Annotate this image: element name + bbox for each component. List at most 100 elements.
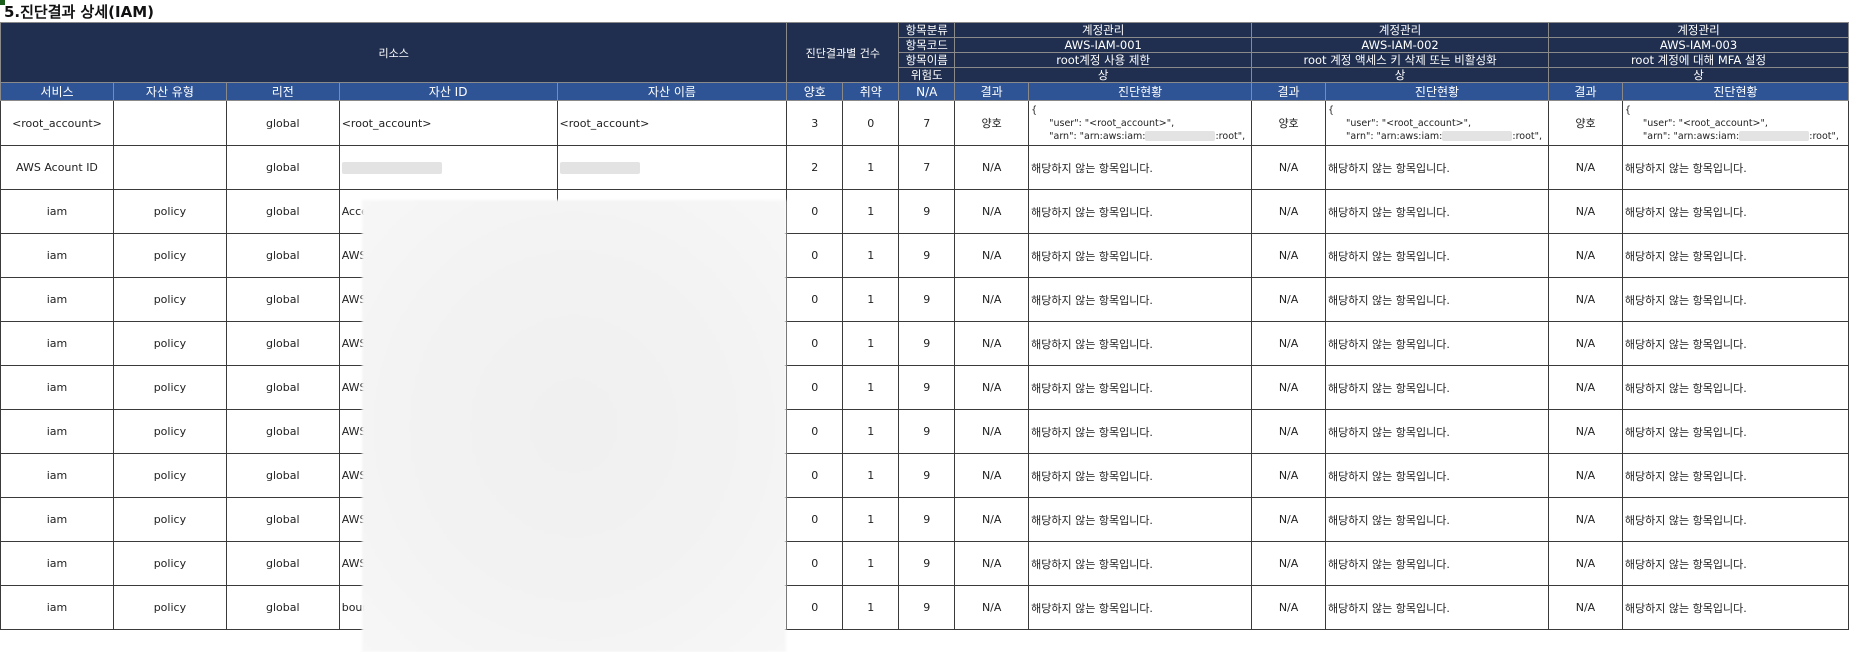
cell-result[interactable]: N/A <box>1251 453 1327 498</box>
cell-result[interactable]: N/A <box>1548 189 1623 234</box>
cell-status[interactable]: 해당하지 않는 항목입니다. <box>1028 277 1253 322</box>
col-service[interactable]: 서비스 <box>0 82 114 101</box>
cell-status-json[interactable]: {"user": "<root_account>", "arn": "arn:aw… <box>1325 100 1549 146</box>
cell-asset-id[interactable] <box>338 145 558 190</box>
cell-result[interactable]: N/A <box>954 585 1030 630</box>
cell-region[interactable]: global <box>225 409 340 454</box>
cell-service[interactable]: AWS Acount ID <box>0 145 114 190</box>
cell-status[interactable]: 해당하지 않는 항목입니다. <box>1621 365 1849 410</box>
col-na[interactable]: N/A <box>898 82 956 101</box>
cell-na-count[interactable]: 9 <box>898 321 956 366</box>
cell-service[interactable]: iam <box>0 365 114 410</box>
cell-status[interactable]: 해당하지 않는 항목입니다. <box>1028 189 1253 234</box>
cell-asset-type[interactable]: policy <box>112 189 227 234</box>
cell-region[interactable]: global <box>225 453 340 498</box>
cell-result[interactable]: N/A <box>1251 189 1327 234</box>
cell-good-count[interactable]: 0 <box>786 541 844 586</box>
cell-result[interactable]: 양호 <box>954 100 1030 146</box>
cell-status[interactable]: 해당하지 않는 항목입니다. <box>1325 277 1549 322</box>
cell-result[interactable]: N/A <box>1251 145 1327 190</box>
cell-result[interactable]: N/A <box>954 409 1030 454</box>
col-status[interactable]: 진단현황 <box>1325 82 1549 101</box>
cell-status[interactable]: 해당하지 않는 항목입니다. <box>1621 277 1849 322</box>
cell-status[interactable]: 해당하지 않는 항목입니다. <box>1028 321 1253 366</box>
cell-asset-type[interactable]: policy <box>112 497 227 542</box>
cell-na-count[interactable]: 7 <box>898 100 956 146</box>
cell-vuln-count[interactable]: 1 <box>842 497 900 542</box>
cell-good-count[interactable]: 2 <box>786 145 844 190</box>
cell-vuln-count[interactable]: 1 <box>842 409 900 454</box>
cell-result[interactable]: N/A <box>954 189 1030 234</box>
cell-good-count[interactable]: 0 <box>786 585 844 630</box>
cell-status[interactable]: 해당하지 않는 항목입니다. <box>1325 497 1549 542</box>
cell-asset-type[interactable]: policy <box>112 365 227 410</box>
cell-result[interactable]: N/A <box>954 497 1030 542</box>
cell-result[interactable]: N/A <box>1548 233 1623 278</box>
cell-result[interactable]: N/A <box>954 233 1030 278</box>
cell-status[interactable]: 해당하지 않는 항목입니다. <box>1621 145 1849 190</box>
cell-region[interactable]: global <box>225 365 340 410</box>
col-asset-id[interactable]: 자산 ID <box>338 82 558 101</box>
col-asset-type[interactable]: 자산 유형 <box>112 82 227 101</box>
cell-service[interactable]: <root_account> <box>0 100 114 146</box>
cell-status[interactable]: 해당하지 않는 항목입니다. <box>1621 453 1849 498</box>
cell-status[interactable]: 해당하지 않는 항목입니다. <box>1325 189 1549 234</box>
cell-good-count[interactable]: 0 <box>786 233 844 278</box>
cell-status[interactable]: 해당하지 않는 항목입니다. <box>1325 541 1549 586</box>
cell-region[interactable]: global <box>225 277 340 322</box>
cell-status[interactable]: 해당하지 않는 항목입니다. <box>1325 233 1549 278</box>
cell-asset-type[interactable]: policy <box>112 453 227 498</box>
cell-vuln-count[interactable]: 0 <box>842 100 900 146</box>
col-good[interactable]: 양호 <box>786 82 844 101</box>
cell-na-count[interactable]: 9 <box>898 497 956 542</box>
cell-region[interactable]: global <box>225 100 340 146</box>
cell-good-count[interactable]: 0 <box>786 453 844 498</box>
cell-service[interactable]: iam <box>0 233 114 278</box>
cell-status[interactable]: 해당하지 않는 항목입니다. <box>1028 585 1253 630</box>
cell-status-json[interactable]: {"user": "<root_account>", "arn": "arn:aw… <box>1028 100 1253 146</box>
cell-service[interactable]: iam <box>0 497 114 542</box>
cell-service[interactable]: iam <box>0 585 114 630</box>
cell-status[interactable]: 해당하지 않는 항목입니다. <box>1325 145 1549 190</box>
cell-service[interactable]: iam <box>0 277 114 322</box>
cell-na-count[interactable]: 9 <box>898 585 956 630</box>
cell-vuln-count[interactable]: 1 <box>842 233 900 278</box>
cell-asset-type[interactable] <box>112 100 227 146</box>
cell-region[interactable]: global <box>225 497 340 542</box>
cell-good-count[interactable]: 0 <box>786 409 844 454</box>
cell-result[interactable]: N/A <box>954 277 1030 322</box>
cell-service[interactable]: iam <box>0 409 114 454</box>
col-vuln[interactable]: 취약 <box>842 82 900 101</box>
cell-status[interactable]: 해당하지 않는 항목입니다. <box>1621 189 1849 234</box>
cell-status[interactable]: 해당하지 않는 항목입니다. <box>1325 585 1549 630</box>
cell-asset-type[interactable] <box>112 145 227 190</box>
cell-good-count[interactable]: 0 <box>786 321 844 366</box>
cell-result[interactable]: 양호 <box>1251 100 1327 146</box>
cell-na-count[interactable]: 9 <box>898 277 956 322</box>
cell-result[interactable]: N/A <box>1548 277 1623 322</box>
cell-result[interactable]: N/A <box>954 453 1030 498</box>
cell-result[interactable]: N/A <box>1548 585 1623 630</box>
cell-asset-type[interactable]: policy <box>112 409 227 454</box>
cell-good-count[interactable]: 0 <box>786 277 844 322</box>
cell-vuln-count[interactable]: 1 <box>842 145 900 190</box>
cell-status[interactable]: 해당하지 않는 항목입니다. <box>1621 233 1849 278</box>
cell-result[interactable]: N/A <box>1251 365 1327 410</box>
cell-good-count[interactable]: 0 <box>786 497 844 542</box>
cell-result[interactable]: N/A <box>954 145 1030 190</box>
cell-region[interactable]: global <box>225 145 340 190</box>
col-result[interactable]: 결과 <box>954 82 1030 101</box>
cell-vuln-count[interactable]: 1 <box>842 321 900 366</box>
cell-status[interactable]: 해당하지 않는 항목입니다. <box>1325 321 1549 366</box>
cell-service[interactable]: iam <box>0 189 114 234</box>
cell-region[interactable]: global <box>225 233 340 278</box>
cell-status[interactable]: 해당하지 않는 항목입니다. <box>1028 409 1253 454</box>
cell-status[interactable]: 해당하지 않는 항목입니다. <box>1621 541 1849 586</box>
cell-vuln-count[interactable]: 1 <box>842 541 900 586</box>
cell-na-count[interactable]: 9 <box>898 189 956 234</box>
cell-status-json[interactable]: {"user": "<root_account>", "arn": "arn:aw… <box>1621 100 1849 146</box>
cell-region[interactable]: global <box>225 321 340 366</box>
cell-na-count[interactable]: 9 <box>898 233 956 278</box>
cell-region[interactable]: global <box>225 189 340 234</box>
cell-asset-name[interactable] <box>556 145 788 190</box>
